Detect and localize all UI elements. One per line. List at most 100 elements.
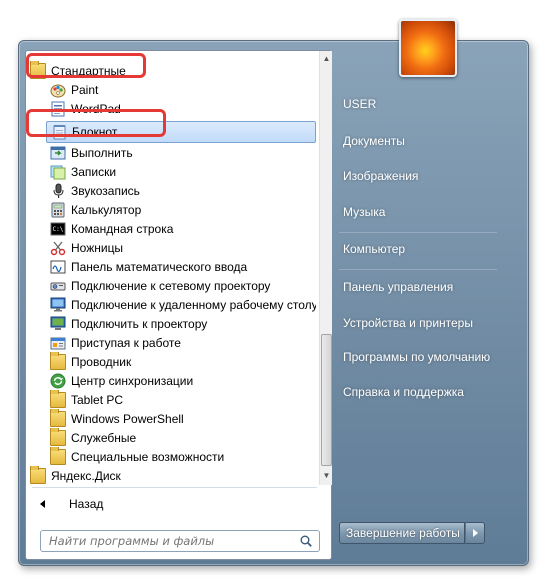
program-label: Подключить к проектору bbox=[71, 316, 208, 331]
program-label: Проводник bbox=[71, 354, 132, 369]
getting-started-icon bbox=[50, 335, 66, 351]
right-item-default-programs[interactable]: Программы по умолчанию bbox=[343, 346, 490, 368]
program-label: Панель математического ввода bbox=[71, 259, 248, 274]
program-label: Звукозапись bbox=[71, 183, 140, 198]
programs-scrollbar[interactable]: ▲ ▼ bbox=[319, 51, 332, 485]
back-button[interactable]: Назад bbox=[40, 494, 103, 514]
right-divider bbox=[339, 232, 497, 233]
shutdown-button[interactable]: Завершение работы bbox=[339, 522, 465, 544]
program-label: Windows PowerShell bbox=[71, 411, 184, 426]
program-cmd[interactable]: C:\ Командная строка bbox=[50, 219, 316, 238]
cmd-icon: C:\ bbox=[50, 221, 66, 237]
start-menu: Стандартные Paint WordPad Блокнот Выполн… bbox=[18, 19, 529, 566]
right-item-label: Устройства и принтеры bbox=[343, 316, 473, 330]
folder-powershell[interactable]: Windows PowerShell bbox=[50, 409, 316, 428]
right-divider bbox=[339, 269, 497, 270]
right-item-user[interactable]: USER bbox=[343, 93, 376, 115]
scroll-up-arrow-icon[interactable]: ▲ bbox=[320, 52, 333, 66]
chevron-right-icon bbox=[472, 529, 478, 537]
calculator-icon bbox=[50, 202, 66, 218]
right-item-control-panel[interactable]: Панель управления bbox=[343, 276, 453, 298]
program-notepad[interactable]: Блокнот bbox=[46, 121, 316, 143]
program-label: Блокнот bbox=[72, 125, 118, 139]
user-avatar[interactable] bbox=[399, 19, 457, 77]
network-projector-icon bbox=[50, 278, 66, 294]
right-item-music[interactable]: Музыка bbox=[343, 201, 385, 223]
program-label: Подключение к удаленному рабочему столу bbox=[71, 297, 316, 312]
program-math-input[interactable]: Панель математического ввода bbox=[50, 257, 316, 276]
wordpad-icon bbox=[50, 101, 66, 117]
right-item-devices-printers[interactable]: Устройства и принтеры bbox=[343, 312, 473, 334]
right-item-label: Музыка bbox=[343, 205, 386, 219]
math-input-icon bbox=[50, 259, 66, 275]
right-item-label: Программы по умолчанию bbox=[343, 350, 491, 364]
notepad-icon bbox=[51, 124, 67, 140]
right-item-label: USER bbox=[343, 97, 377, 111]
program-label: Калькулятор bbox=[71, 202, 142, 217]
microphone-icon bbox=[50, 183, 66, 199]
program-calculator[interactable]: Калькулятор bbox=[50, 200, 316, 219]
program-remote-desktop[interactable]: Подключение к удаленному рабочему столу bbox=[50, 295, 316, 314]
folder-accessibility[interactable]: Специальные возможности bbox=[50, 447, 316, 466]
program-wordpad[interactable]: WordPad bbox=[50, 99, 316, 118]
folder-icon bbox=[50, 428, 66, 446]
program-sync-center[interactable]: Центр синхронизации bbox=[50, 371, 316, 390]
folder-icon bbox=[50, 409, 66, 427]
right-item-pictures[interactable]: Изображения bbox=[343, 165, 418, 187]
projector-icon bbox=[50, 316, 66, 332]
folder-tablet-pc[interactable]: Tablet PC bbox=[50, 390, 316, 409]
program-network-projector[interactable]: Подключение к сетевому проектору bbox=[50, 276, 316, 295]
program-label: Специальные возможности bbox=[71, 449, 225, 464]
program-label: Командная строка bbox=[71, 221, 174, 236]
program-explorer[interactable]: Проводник bbox=[50, 352, 316, 371]
search-input[interactable] bbox=[49, 534, 289, 548]
scroll-down-arrow-icon[interactable]: ▼ bbox=[320, 469, 333, 483]
program-label: Подключение к сетевому проектору bbox=[71, 278, 271, 293]
search-icon[interactable] bbox=[300, 535, 312, 547]
sync-center-icon bbox=[50, 373, 66, 389]
right-item-label: Изображения bbox=[343, 169, 419, 183]
right-item-help-support[interactable]: Справка и поддержка bbox=[343, 381, 464, 403]
back-arrow-icon bbox=[40, 500, 45, 508]
folder-icon bbox=[30, 466, 46, 484]
shutdown-label: Завершение работы bbox=[346, 526, 460, 540]
right-item-label: Справка и поддержка bbox=[343, 385, 464, 399]
program-label: Приступая к работе bbox=[71, 335, 181, 350]
sticky-notes-icon bbox=[50, 164, 66, 180]
program-label: Стандартные bbox=[51, 63, 126, 78]
folder-icon bbox=[50, 390, 66, 408]
folder-system-tools[interactable]: Служебные bbox=[50, 428, 316, 447]
program-projector[interactable]: Подключить к проектору bbox=[50, 314, 316, 333]
program-sticky-notes[interactable]: Записки bbox=[50, 162, 316, 181]
paint-icon bbox=[50, 82, 66, 98]
shutdown-options-button[interactable] bbox=[465, 522, 485, 544]
folder-icon bbox=[50, 352, 66, 370]
folder-yandex-disk[interactable]: Яндекс.Диск bbox=[30, 466, 316, 485]
program-run[interactable]: Выполнить bbox=[50, 143, 316, 162]
svg-text:C:\: C:\ bbox=[53, 226, 64, 233]
program-label: Служебные bbox=[71, 430, 137, 445]
program-label: Ножницы bbox=[71, 240, 124, 255]
program-sound-recorder[interactable]: Звукозапись bbox=[50, 181, 316, 200]
scissors-icon bbox=[50, 240, 66, 256]
program-label: Tablet PC bbox=[71, 392, 124, 407]
program-label: WordPad bbox=[71, 101, 121, 116]
remote-desktop-icon bbox=[50, 297, 66, 313]
program-getting-started[interactable]: Приступая к работе bbox=[50, 333, 316, 352]
program-label: Выполнить bbox=[71, 145, 133, 160]
right-item-label: Панель управления bbox=[343, 280, 454, 294]
divider bbox=[32, 487, 317, 488]
search-box[interactable] bbox=[40, 530, 320, 552]
right-item-computer[interactable]: Компьютер bbox=[343, 238, 405, 260]
program-label: Яндекс.Диск bbox=[51, 468, 121, 483]
right-item-documents[interactable]: Документы bbox=[343, 130, 405, 152]
program-snipping-tool[interactable]: Ножницы bbox=[50, 238, 316, 257]
programs-list: Стандартные Paint WordPad Блокнот Выполн… bbox=[26, 51, 319, 485]
scroll-thumb[interactable] bbox=[321, 334, 332, 466]
programs-pane: Стандартные Paint WordPad Блокнот Выполн… bbox=[25, 50, 332, 560]
folder-standard[interactable]: Стандартные bbox=[30, 61, 316, 80]
back-label: Назад bbox=[69, 497, 104, 511]
program-paint[interactable]: Paint bbox=[50, 80, 316, 99]
run-icon bbox=[50, 145, 66, 161]
program-label: Записки bbox=[71, 164, 117, 179]
